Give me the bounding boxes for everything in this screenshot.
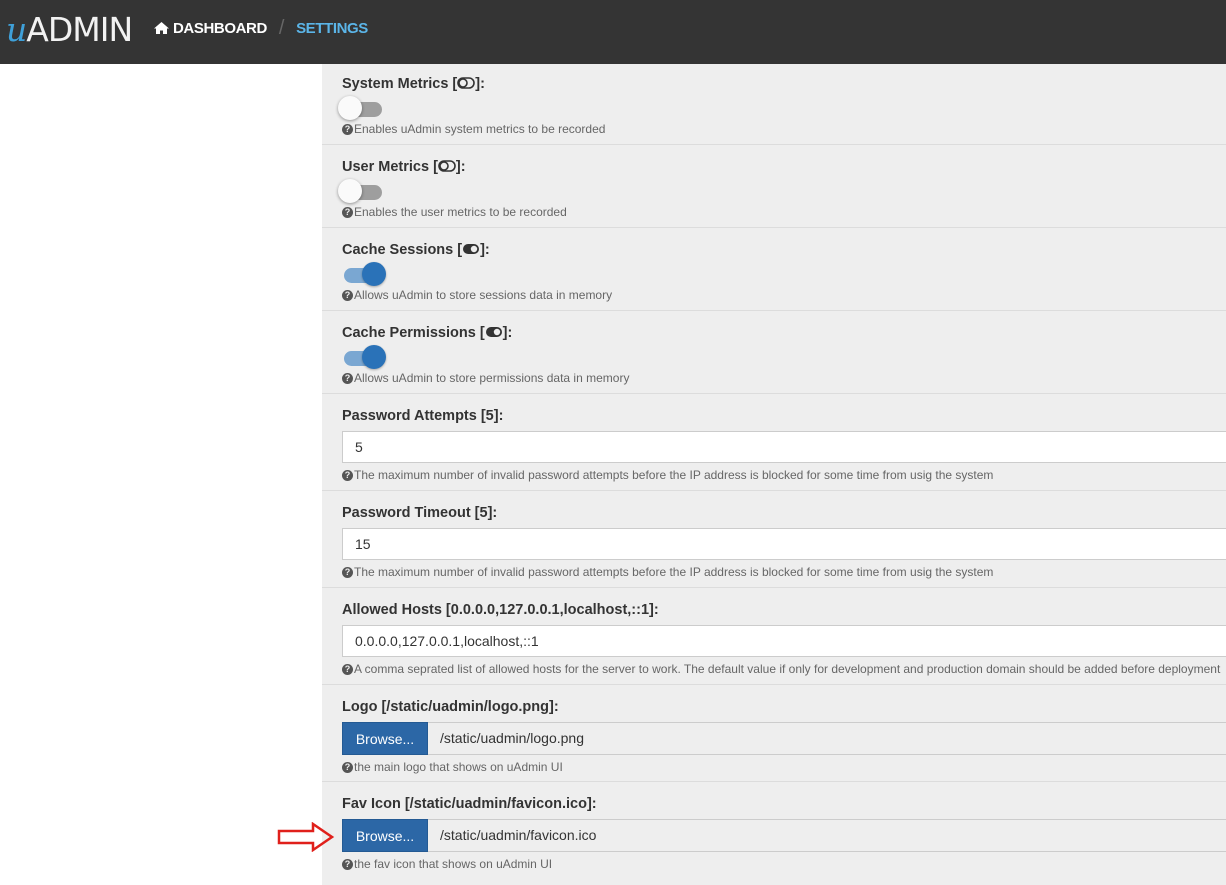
cache-sessions-toggle[interactable] bbox=[342, 262, 386, 288]
toggle-knob bbox=[338, 179, 362, 203]
setting-label: Password Timeout [5]: bbox=[342, 505, 498, 521]
setting-help: ? Allows uAdmin to store permissions dat… bbox=[342, 371, 629, 385]
uadmin-logo[interactable]: uADMIN bbox=[6, 10, 133, 50]
question-circle-icon: ? bbox=[342, 663, 353, 675]
setting-cache-sessions: Cache Sessions []: ? Allows uAdmin to st… bbox=[322, 228, 1226, 311]
setting-help: ? The maximum number of invalid password… bbox=[342, 565, 993, 579]
breadcrumb: DASHBOARD / SETTINGS bbox=[153, 17, 368, 39]
breadcrumb-separator: / bbox=[278, 16, 285, 39]
setting-help: ? Allows uAdmin to store sessions data i… bbox=[342, 288, 612, 302]
setting-help: ? the main logo that shows on uAdmin UI bbox=[342, 760, 563, 774]
allowed-hosts-input[interactable] bbox=[342, 625, 1226, 657]
red-arrow-icon bbox=[277, 822, 335, 852]
favicon-file-input: Browse... /static/uadmin/favicon.ico bbox=[342, 819, 1226, 852]
question-circle-icon: ? bbox=[342, 761, 353, 773]
favicon-browse-button[interactable]: Browse... bbox=[342, 819, 428, 852]
toggle-knob bbox=[362, 345, 386, 369]
setting-label: User Metrics []: bbox=[342, 159, 466, 175]
password-attempts-input[interactable] bbox=[342, 431, 1226, 463]
setting-allowed-hosts: Allowed Hosts [0.0.0.0,127.0.0.1,localho… bbox=[322, 588, 1226, 685]
settings-panel: System Metrics []: ? Enables uAdmin syst… bbox=[322, 64, 1226, 885]
setting-logo: Logo [/static/uadmin/logo.png]: Browse..… bbox=[322, 685, 1226, 782]
setting-help: ? A comma seprated list of allowed hosts… bbox=[342, 662, 1220, 676]
logo-prefix: u bbox=[6, 10, 27, 49]
setting-label: Fav Icon [/static/uadmin/favicon.ico]: bbox=[342, 796, 597, 812]
setting-password-attempts: Password Attempts [5]: ? The maximum num… bbox=[322, 394, 1226, 491]
question-circle-icon: ? bbox=[342, 206, 353, 218]
setting-label: Cache Permissions []: bbox=[342, 325, 513, 341]
setting-help: ? The maximum number of invalid password… bbox=[342, 468, 993, 482]
toggle-on-icon bbox=[463, 244, 480, 254]
logo-browse-button[interactable]: Browse... bbox=[342, 722, 428, 755]
setting-user-metrics: User Metrics []: ? Enables the user metr… bbox=[322, 145, 1226, 228]
toggle-knob bbox=[338, 96, 362, 120]
toggle-off-icon bbox=[438, 160, 456, 172]
setting-password-timeout: Password Timeout [5]: ? The maximum numb… bbox=[322, 491, 1226, 588]
setting-label: Logo [/static/uadmin/logo.png]: bbox=[342, 699, 559, 715]
system-metrics-toggle[interactable] bbox=[338, 96, 386, 122]
toggle-knob bbox=[362, 262, 386, 286]
toggle-on-icon bbox=[485, 327, 502, 337]
home-icon bbox=[154, 22, 169, 34]
question-circle-icon: ? bbox=[342, 289, 353, 301]
logo-file-path[interactable]: /static/uadmin/logo.png bbox=[428, 722, 1226, 755]
logo-text: ADMIN bbox=[26, 10, 133, 49]
breadcrumb-settings: SETTINGS bbox=[296, 19, 368, 37]
cache-permissions-toggle[interactable] bbox=[342, 345, 386, 371]
setting-help: ? Enables the user metrics to be recorde… bbox=[342, 205, 567, 219]
setting-fav-icon: Fav Icon [/static/uadmin/favicon.ico]: B… bbox=[322, 782, 1226, 885]
user-metrics-toggle[interactable] bbox=[338, 179, 386, 205]
toggle-off-icon bbox=[457, 77, 476, 89]
question-circle-icon: ? bbox=[342, 566, 353, 578]
breadcrumb-dashboard-link[interactable]: DASHBOARD bbox=[153, 20, 267, 37]
setting-label: System Metrics []: bbox=[342, 76, 485, 92]
favicon-file-path[interactable]: /static/uadmin/favicon.ico bbox=[428, 819, 1226, 852]
setting-label: Cache Sessions []: bbox=[342, 242, 490, 258]
top-navbar: uADMIN DASHBOARD / SETTINGS bbox=[0, 0, 1226, 64]
setting-cache-permissions: Cache Permissions []: ? Allows uAdmin to… bbox=[322, 311, 1226, 394]
setting-label: Password Attempts [5]: bbox=[342, 408, 504, 424]
question-circle-icon: ? bbox=[342, 469, 353, 481]
setting-help: ? Enables uAdmin system metrics to be re… bbox=[342, 122, 605, 136]
question-circle-icon: ? bbox=[342, 858, 353, 870]
logo-file-input: Browse... /static/uadmin/logo.png bbox=[342, 722, 1226, 755]
question-circle-icon: ? bbox=[342, 372, 353, 384]
setting-label: Allowed Hosts [0.0.0.0,127.0.0.1,localho… bbox=[342, 602, 659, 618]
password-timeout-input[interactable] bbox=[342, 528, 1226, 560]
question-circle-icon: ? bbox=[342, 123, 353, 135]
setting-help: ? the fav icon that shows on uAdmin UI bbox=[342, 857, 552, 871]
setting-system-metrics: System Metrics []: ? Enables uAdmin syst… bbox=[322, 64, 1226, 145]
breadcrumb-dashboard-label: DASHBOARD bbox=[173, 19, 267, 37]
